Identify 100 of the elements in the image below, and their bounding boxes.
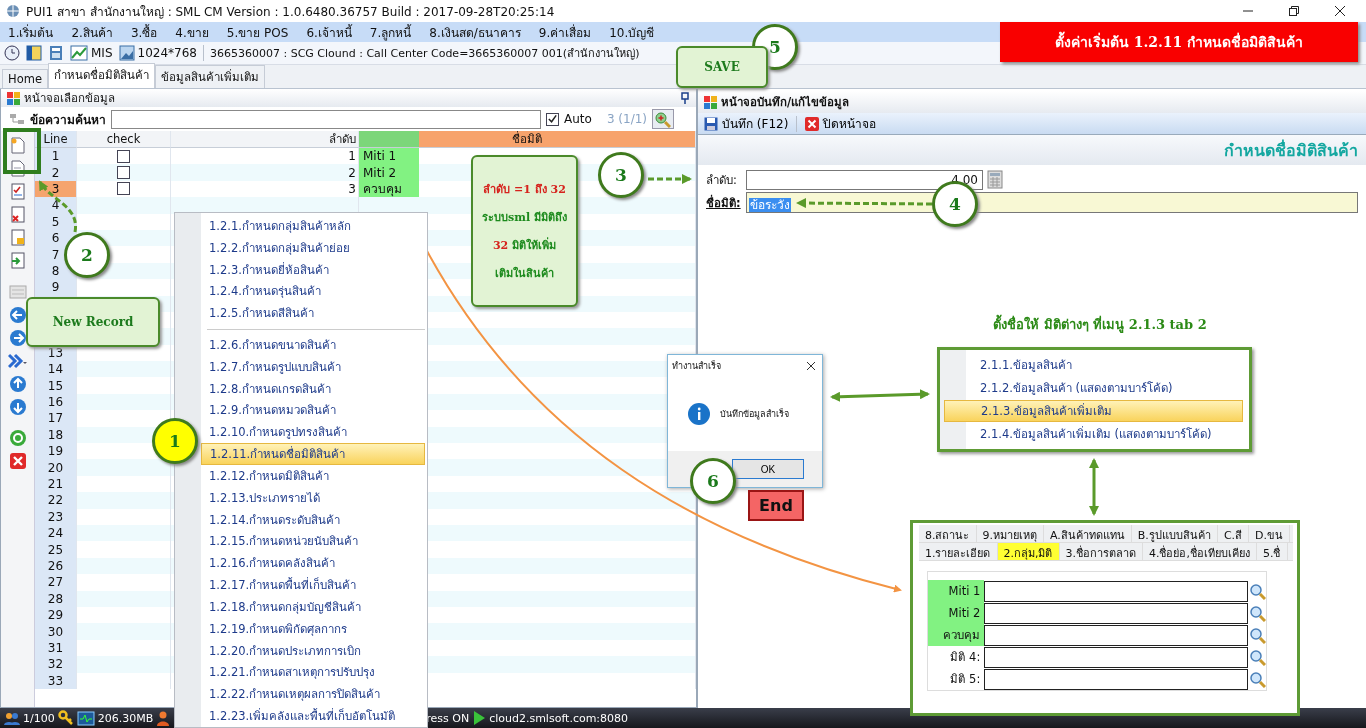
- form-heading: กำหนดชื่อมิติสินค้า: [1224, 138, 1358, 162]
- menu-item[interactable]: 3.ซื้อ: [130, 22, 158, 42]
- column-header[interactable]: ลำดับ: [171, 131, 359, 148]
- note-heading: ตั้งชื่อให้ มิติต่างๆ ที่เมนู 2.1.3 tab 2: [970, 314, 1230, 335]
- menu-item[interactable]: 7.ลูกหนี้: [369, 22, 412, 42]
- line-number: 9: [35, 279, 77, 296]
- tab[interactable]: 5.ชื่: [1257, 543, 1288, 560]
- tab[interactable]: กำหนดชื่อมิติสินค้า: [47, 63, 155, 88]
- auto-label: Auto: [564, 112, 592, 126]
- menu-item[interactable]: 1.2.2.กำหนดกลุ่มสินค้าย่อย: [201, 236, 425, 259]
- tab[interactable]: 4.ชื่อย่อ,ชื่อเทียบเคียง: [1143, 543, 1257, 560]
- tab[interactable]: 2.กลุ่ม,มิติ: [997, 543, 1060, 560]
- table-cell: Miti 2: [359, 164, 419, 181]
- panel-title: หน้าจอบันทึก/แก้ไขข้อมูล: [721, 94, 851, 111]
- menu-item[interactable]: 1.2.4.กำหนดรุ่นสินค้า: [201, 280, 425, 303]
- column-header[interactable]: ชื่อมิติ: [359, 131, 696, 148]
- window-title: PUI1 สาขา สำนักงานใหญ่ : SML CM Version : 1.0.6480.36757 Build : 2017-09-28T20:25:14: [26, 3, 556, 21]
- menu-item[interactable]: 2.1.2.ข้อมูลสินค้า (แสดงตามบาร์โค้ด): [944, 377, 1243, 400]
- panel-title: หน้าจอเลือกข้อมูล: [24, 90, 116, 107]
- menu-item[interactable]: 5.ขาย POS: [226, 22, 289, 42]
- dialog-message: บันทึกข้อมูลสำเร็จ: [720, 407, 789, 421]
- line-number: 27: [35, 574, 77, 591]
- menu-item[interactable]: 1.2.8.กำหนดเกรดสินค้า: [201, 377, 425, 400]
- menu-item[interactable]: 2.สินค้า: [71, 22, 113, 42]
- menu-item[interactable]: 1.2.14.กำหนดระดับสินค้า: [201, 508, 425, 531]
- menu-item[interactable]: 1.2.7.กำหนดรูปแบบสินค้า: [201, 355, 425, 378]
- menu-item[interactable]: 8.เงินสด/ธนาคาร: [429, 22, 521, 42]
- note-text: ลำดับ =1 ถึง 32: [483, 182, 566, 198]
- field-label: ควบคุม: [928, 624, 985, 646]
- line-number: 14: [35, 361, 77, 378]
- record-count: 3 (1/1): [606, 112, 647, 126]
- menu-item[interactable]: 2.1.1.ข้อมูลสินค้า: [944, 354, 1243, 377]
- menu-item[interactable]: 1.2.20.กำหนดประเภทการเบิก: [201, 639, 425, 662]
- menu-item[interactable]: 1.2.16.กำหนดคลังสินค้า: [201, 552, 425, 575]
- step-number: 3: [598, 152, 644, 198]
- user-count: 1/100: [23, 711, 55, 725]
- menu-item[interactable]: 1.เริ่มต้น: [8, 22, 54, 42]
- menu-item[interactable]: 1.2.21.กำหนดสาเหตุการปรับปรุง: [201, 661, 425, 684]
- tab[interactable]: 3.ชื่อการตลาด: [1059, 543, 1143, 560]
- menu-item[interactable]: 2.1.3.ข้อมูลสินค้าเพิ่มเติม: [944, 399, 1243, 422]
- server-address: cloud2.smlsoft.com:8080: [489, 711, 629, 725]
- field-label: ลำดับ:: [706, 171, 738, 189]
- mis-button[interactable]: MIS: [91, 46, 113, 60]
- banner: ตั้งค่าเริ่มต้น 1.2.11 กำหนดชื่อมิติสินค้า: [1000, 22, 1358, 62]
- menu-item[interactable]: 1.2.23.เพิ่มคลังและพื้นที่เก็บอัตโนมัติ: [201, 705, 425, 727]
- tab[interactable]: Home: [2, 69, 48, 88]
- close-screen-button[interactable]: ปิดหน้าจอ: [803, 113, 879, 134]
- menu-item[interactable]: 1.2.1.กำหนดกลุ่มสินค้าหลัก: [201, 215, 425, 237]
- line-number: 30: [35, 623, 77, 640]
- resolution-button[interactable]: 1024*768: [137, 46, 197, 60]
- callout: SAVE: [676, 46, 768, 88]
- tab[interactable]: 9.หมายเหตุ: [976, 525, 1044, 542]
- menu-item[interactable]: 1.2.10.กำหนดรูปทรงสินค้า: [201, 421, 425, 444]
- tab[interactable]: 8.สถานะ: [919, 525, 977, 542]
- menu-item[interactable]: 4.ขาย: [175, 22, 209, 42]
- menu-item[interactable]: 1.2.18.กำหนดกลุ่มบัญชีสินค้า: [201, 596, 425, 618]
- menu-item[interactable]: 1.2.6.กำหนดขนาดสินค้า: [201, 334, 425, 356]
- tab[interactable]: A.สินค้าทดแทน: [1044, 525, 1132, 542]
- field-label: มิติ 5:: [949, 671, 982, 688]
- menu-item[interactable]: 6.เจ้าหนี้: [306, 22, 352, 42]
- search-label: ข้อความค้นหา: [30, 111, 106, 129]
- connection-info: 3665360007 : SCG Clound : Call Center Code=3665360007 001(สำนักงานใหญ่): [209, 46, 640, 62]
- tab[interactable]: D.ขน: [1249, 525, 1291, 542]
- menu-item[interactable]: 1.2.11.กำหนดชื่อมิติสินค้า: [201, 443, 425, 466]
- line-number: 25: [35, 541, 77, 558]
- menu-item[interactable]: 1.2.22.กำหนดเหตุผลการปิดสินค้า: [201, 683, 425, 706]
- dialog-title: ทำงานสำเร็จ: [672, 359, 721, 373]
- menu-item[interactable]: 1.2.19.กำหนดพิกัดศุลกากร: [201, 617, 425, 640]
- line-number: 32: [35, 656, 77, 673]
- menu-item[interactable]: 2.1.4.ข้อมูลสินค้าเพิ่มเติม (แสดงตามบาร์โค้ด): [944, 422, 1243, 445]
- ok-button[interactable]: OK: [732, 459, 804, 479]
- field-label: Miti 2: [928, 602, 985, 624]
- menu-item[interactable]: 1.2.9.กำหนดหมวดสินค้า: [201, 399, 425, 422]
- tab[interactable]: C.สี: [1217, 525, 1250, 542]
- menu-item[interactable]: 9.ค่าเสื่อม: [538, 22, 592, 42]
- table-cell: Miti 1: [359, 148, 419, 165]
- menu-item[interactable]: 10.บัญชี: [609, 22, 655, 42]
- tab[interactable]: B.รูปแบบสินค้า: [1131, 525, 1218, 542]
- column-header[interactable]: check: [77, 131, 171, 148]
- line-number: 15: [35, 377, 77, 394]
- menu-item[interactable]: 1.2.12.กำหนดมิติสินค้า: [201, 465, 425, 487]
- menu-item[interactable]: 1.2.15.กำหนดหน่วยนับสินค้า: [201, 530, 425, 553]
- save-button[interactable]: บันทึก (F12): [702, 113, 791, 134]
- menu-item[interactable]: 1.2.13.ประเภทรายได้: [201, 486, 425, 509]
- end-button[interactable]: End: [748, 490, 804, 521]
- menu-item[interactable]: 1.2.17.กำหนดพื้นที่เก็บสินค้า: [201, 574, 425, 597]
- tab[interactable]: ข้อมูลสินค้าเพิ่มเติม: [154, 65, 265, 88]
- memory-usage: 206.30MB: [97, 711, 154, 725]
- menu-item[interactable]: 1.2.5.กำหนดสีสินค้า: [201, 302, 425, 325]
- field-label: ชื่อมิติ:: [706, 193, 742, 212]
- menu-item[interactable]: 1.2.3.กำหนดยี่ห้อสินค้า: [201, 258, 425, 281]
- tab[interactable]: 1.รายละเอียด: [919, 543, 998, 560]
- note-text: ระบบsml มีมิติถึง: [482, 210, 567, 226]
- note-text: เติมในสินค้า: [495, 265, 554, 282]
- line-number: 1: [35, 148, 77, 165]
- line-number: 20: [35, 459, 77, 476]
- line-number: 22: [35, 492, 77, 509]
- field-label: มิติ 4:: [949, 649, 982, 666]
- line-number: 2: [35, 164, 77, 181]
- line-number: 19: [35, 443, 77, 460]
